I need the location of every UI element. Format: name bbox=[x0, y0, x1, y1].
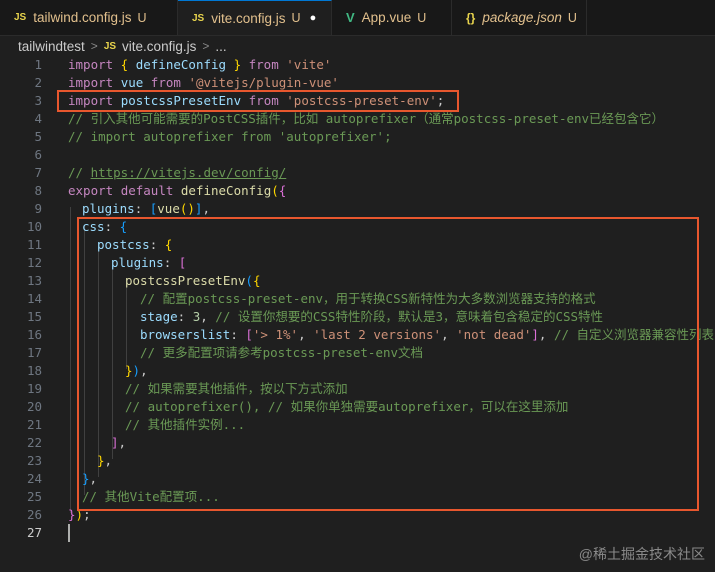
tab-label: tailwind.config.js bbox=[33, 10, 132, 25]
chevron-right-icon: > bbox=[202, 39, 210, 53]
git-status-untracked: U bbox=[137, 10, 147, 25]
code-token: vue bbox=[120, 75, 144, 90]
line-number: 17 bbox=[26, 345, 42, 360]
javascript-file-icon: JS bbox=[192, 12, 205, 24]
vue-file-icon: V bbox=[346, 10, 355, 25]
text-cursor bbox=[68, 524, 70, 542]
git-status-untracked: U bbox=[291, 11, 301, 25]
code-token: import bbox=[68, 75, 114, 90]
javascript-file-icon: JS bbox=[14, 12, 27, 23]
code-token: { bbox=[278, 183, 287, 198]
line-number: 1 bbox=[34, 57, 42, 72]
json-file-icon: {} bbox=[466, 10, 476, 25]
line-number: 19 bbox=[26, 381, 42, 396]
line-number: 20 bbox=[26, 399, 42, 414]
code-token: '@vitejs/plugin-vue' bbox=[188, 75, 339, 90]
line-number: 22 bbox=[26, 435, 42, 450]
code-line[interactable]: 7 // https://vitejs.dev/config/ bbox=[0, 164, 715, 182]
code-token: , bbox=[202, 201, 210, 216]
code-comment: // 引入其他可能需要的PostCSS插件，比如 autoprefixer（通常… bbox=[68, 111, 665, 126]
code-comment: // import autoprefixer from 'autoprefixe… bbox=[68, 129, 392, 144]
editor-tab-bar: JS tailwind.config.js U JS vite.config.j… bbox=[0, 0, 715, 36]
line-number: 9 bbox=[34, 201, 42, 216]
line-number: 12 bbox=[26, 255, 42, 270]
code-token: from bbox=[248, 57, 279, 72]
code-text: export default defineConfig({ bbox=[68, 182, 286, 200]
tab-label: vite.config.js bbox=[211, 10, 286, 26]
line-number: 25 bbox=[26, 489, 42, 504]
line-number: 8 bbox=[34, 183, 42, 198]
code-token: defineConfig bbox=[180, 183, 272, 198]
line-number: 24 bbox=[26, 471, 42, 486]
code-token: ( bbox=[271, 183, 279, 198]
comment-link[interactable]: https://vitejs.dev/config/ bbox=[91, 165, 287, 180]
code-token: { bbox=[113, 57, 136, 72]
code-token: from bbox=[150, 75, 181, 90]
tab-vite-config[interactable]: JS vite.config.js U ● bbox=[178, 0, 332, 35]
line-number: 14 bbox=[26, 291, 42, 306]
line-number: 13 bbox=[26, 273, 42, 288]
code-line[interactable]: 8 export default defineConfig({ bbox=[0, 182, 715, 200]
line-number: 3 bbox=[34, 93, 42, 108]
code-token: plugins bbox=[82, 201, 135, 216]
chevron-right-icon: > bbox=[90, 39, 98, 53]
line-number: 15 bbox=[26, 309, 42, 324]
line-number: 5 bbox=[34, 129, 42, 144]
git-status-untracked: U bbox=[567, 10, 577, 25]
code-text: plugins: [vue()], bbox=[82, 200, 210, 218]
line-number: 27 bbox=[26, 525, 42, 540]
line-number: 18 bbox=[26, 363, 42, 378]
code-token: defineConfig bbox=[135, 57, 227, 72]
code-token: 'vite' bbox=[286, 57, 332, 72]
breadcrumb-folder[interactable]: tailwindtest bbox=[18, 39, 85, 54]
git-status-untracked: U bbox=[417, 10, 427, 25]
code-token: vue bbox=[157, 201, 180, 216]
code-token: import bbox=[68, 57, 114, 72]
code-line-current[interactable]: 27 bbox=[0, 524, 715, 542]
javascript-file-icon: JS bbox=[103, 40, 117, 52]
line-number: 21 bbox=[26, 417, 42, 432]
code-token: // bbox=[68, 165, 91, 180]
line-number: 16 bbox=[26, 327, 42, 342]
line-number: 4 bbox=[34, 111, 42, 126]
unsaved-dot-icon[interactable]: ● bbox=[310, 12, 317, 24]
code-line[interactable]: 5 // import autoprefixer from 'autoprefi… bbox=[0, 128, 715, 146]
line-number: 6 bbox=[34, 147, 42, 162]
code-text: import { defineConfig } from 'vite' bbox=[68, 56, 331, 74]
tab-label: package.json bbox=[482, 10, 562, 25]
annotation-box-css-config bbox=[77, 217, 699, 511]
tab-package-json[interactable]: {} package.json U bbox=[452, 0, 587, 35]
code-line[interactable]: 6 bbox=[0, 146, 715, 164]
tab-tailwind-config[interactable]: JS tailwind.config.js U bbox=[0, 0, 178, 35]
watermark: @稀土掘金技术社区 bbox=[578, 546, 705, 562]
code-comment: // https://vitejs.dev/config/ bbox=[68, 164, 286, 182]
breadcrumb-more[interactable]: ... bbox=[215, 39, 226, 54]
breadcrumb-file[interactable]: vite.config.js bbox=[122, 39, 196, 54]
code-token: } bbox=[68, 507, 76, 522]
line-number: 7 bbox=[34, 165, 42, 180]
code-line[interactable]: 4 // 引入其他可能需要的PostCSS插件，比如 autoprefixer（… bbox=[0, 110, 715, 128]
line-number: 11 bbox=[26, 237, 42, 252]
breadcrumb: tailwindtest > JS vite.config.js > ... bbox=[18, 37, 227, 55]
line-number: 26 bbox=[26, 507, 42, 522]
code-token: } bbox=[226, 57, 249, 72]
code-token: : bbox=[134, 201, 150, 216]
line-number: 23 bbox=[26, 453, 42, 468]
tab-label: App.vue bbox=[361, 10, 412, 25]
code-token: export bbox=[68, 183, 114, 198]
code-token: default bbox=[120, 183, 174, 198]
code-line[interactable]: 9 plugins: [vue()], bbox=[0, 200, 715, 218]
code-token: () bbox=[179, 201, 195, 216]
code-line[interactable]: 1 import { defineConfig } from 'vite' bbox=[0, 56, 715, 74]
line-number: 10 bbox=[26, 219, 42, 234]
line-number: 2 bbox=[34, 75, 42, 90]
tab-app-vue[interactable]: V App.vue U bbox=[332, 0, 452, 35]
annotation-box-import bbox=[57, 90, 459, 112]
